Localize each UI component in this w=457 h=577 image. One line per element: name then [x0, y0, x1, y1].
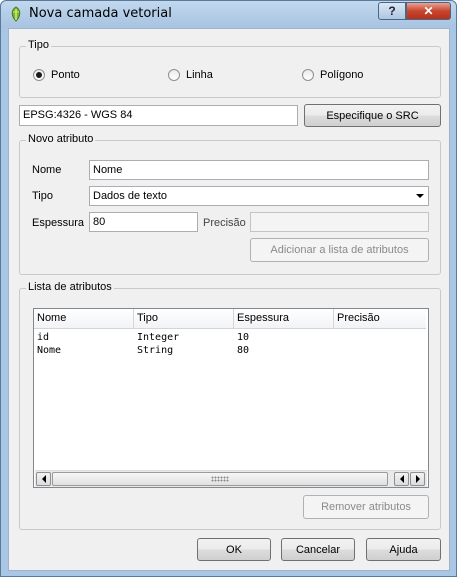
radio-poligono-label: Polígono [320, 69, 364, 81]
remove-attributes-button[interactable]: Remover atributos [303, 495, 429, 519]
arrow-right-icon [415, 475, 420, 483]
column-header-precisao[interactable]: Precisão [334, 309, 426, 329]
cell-espessura: 80 [237, 345, 250, 356]
help-button[interactable]: Ajuda [366, 538, 441, 561]
tipo-group: Tipo Ponto Linha Polígono [19, 39, 441, 98]
ok-button[interactable]: OK [197, 538, 271, 561]
table-header: Nome Tipo Espessura Precisão [34, 309, 426, 329]
chevron-down-icon[interactable] [412, 187, 428, 205]
radio-linha-indicator[interactable] [168, 69, 180, 81]
help-icon: ? [388, 4, 396, 18]
add-attribute-button[interactable]: Adicionar a lista de atributos [250, 238, 429, 262]
precisao-label: Precisão [203, 217, 246, 229]
nome-label: Nome [32, 164, 62, 176]
column-header-espessura[interactable]: Espessura [234, 309, 334, 329]
lista-atributos-title: Lista de atributos [26, 281, 114, 293]
cancel-button[interactable]: Cancelar [281, 538, 355, 561]
radio-linha-label: Linha [186, 69, 213, 81]
radio-ponto-label: Ponto [51, 69, 80, 81]
horizontal-scrollbar[interactable] [35, 470, 427, 487]
radio-linha[interactable]: Linha [168, 69, 213, 81]
qgis-leaf-icon [11, 6, 21, 22]
cell-nome: Nome [37, 345, 62, 356]
scrollbar-thumb[interactable] [52, 472, 388, 486]
dialog-window: Nova camada vetorial ? ✕ Tipo Ponto Linh… [0, 0, 457, 577]
grip-icon [211, 476, 229, 482]
column-header-tipo[interactable]: Tipo [134, 309, 234, 329]
scroll-left-button[interactable] [36, 472, 51, 486]
column-header-nome[interactable]: Nome [34, 309, 134, 329]
cell-nome: id [37, 332, 50, 343]
close-button[interactable]: ✕ [406, 2, 451, 20]
help-title-button[interactable]: ? [378, 2, 406, 20]
arrow-left-icon [41, 475, 46, 483]
scroll-right-button[interactable] [410, 472, 425, 486]
precisao-input[interactable] [250, 212, 429, 232]
crs-field[interactable]: EPSG:4326 - WGS 84 [19, 105, 298, 126]
radio-poligono-indicator[interactable] [302, 69, 314, 81]
radio-ponto[interactable]: Ponto [33, 69, 80, 81]
espessura-input[interactable]: 80 [89, 212, 198, 232]
tipo-select[interactable]: Dados de texto [89, 186, 429, 206]
lista-atributos-group: Lista de atributos Nome Tipo Espessura P… [19, 281, 441, 530]
cell-tipo: Integer [137, 332, 180, 343]
novo-atributo-title: Novo atributo [26, 133, 96, 145]
tipo-label: Tipo [32, 190, 53, 202]
radio-poligono[interactable]: Polígono [302, 69, 363, 81]
window-title: Nova camada vetorial [29, 6, 172, 21]
scroll-left-button-2[interactable] [394, 472, 409, 486]
dialog-body: Tipo Ponto Linha Polígono EPSG:4326 - WG… [8, 28, 450, 571]
attributes-table[interactable]: Nome Tipo Espessura Precisão id Integer … [33, 308, 429, 488]
arrow-left-icon [399, 475, 404, 483]
espessura-label: Espessura [32, 217, 84, 229]
novo-atributo-group: Novo atributo Nome Nome Tipo Dados de te… [19, 133, 441, 275]
table-row[interactable]: id Integer 10 [34, 331, 332, 344]
table-row[interactable]: Nome String 80 [34, 344, 332, 357]
cell-tipo: String [137, 345, 174, 356]
tipo-group-title: Tipo [26, 39, 51, 51]
tipo-select-value: Dados de texto [93, 190, 167, 202]
close-icon: ✕ [423, 4, 434, 18]
title-bar[interactable]: Nova camada vetorial ? ✕ [1, 1, 456, 27]
cell-espessura: 10 [237, 332, 250, 343]
nome-input[interactable]: Nome [89, 160, 429, 180]
radio-ponto-indicator[interactable] [33, 69, 45, 81]
specify-crs-button[interactable]: Especifique o SRC [304, 104, 441, 127]
